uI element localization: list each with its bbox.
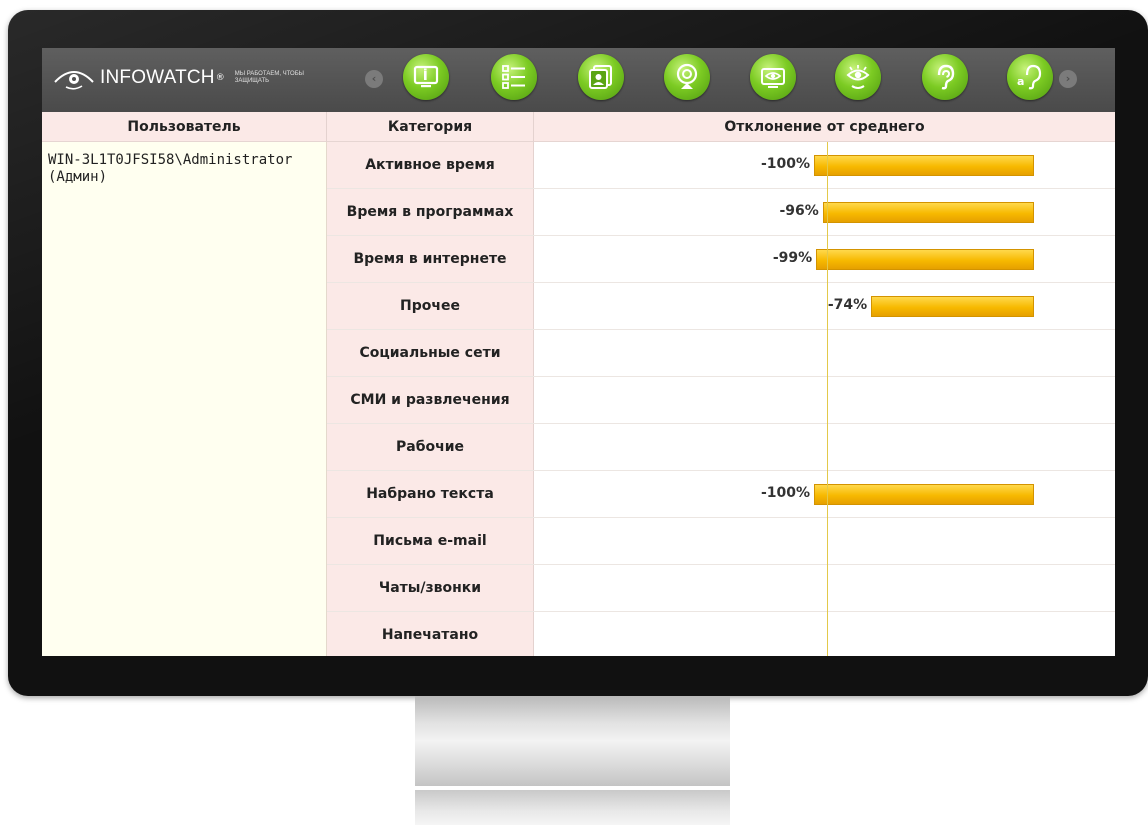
deviation-cell	[534, 565, 1115, 611]
deviation-cell: -99%	[534, 236, 1115, 282]
category-cell: СМИ и развлечения	[327, 377, 534, 423]
deviation-bar	[814, 155, 1034, 176]
table-row[interactable]: Чаты/звонки	[327, 565, 1115, 612]
deviation-value: -99%	[772, 250, 813, 266]
table-header: Пользователь Категория Отклонение от сре…	[42, 112, 1115, 142]
user-cell[interactable]: WIN-3L1T0JFSI58\Administrator (Админ)	[42, 142, 327, 656]
category-cell: Письма e-mail	[327, 518, 534, 564]
category-cell: Прочее	[327, 283, 534, 329]
column-header-user[interactable]: Пользователь	[42, 112, 327, 142]
report-table: Пользователь Категория Отклонение от сре…	[42, 112, 1115, 656]
screen-view-icon[interactable]	[750, 54, 796, 100]
category-cell: Время в программах	[327, 189, 534, 235]
monitor-stand-base	[415, 790, 730, 825]
chevron-left-icon[interactable]: ‹	[365, 70, 383, 88]
deviation-value: -96%	[779, 203, 819, 219]
deviation-cell	[534, 377, 1115, 423]
eye-logo-icon	[54, 71, 94, 90]
deviation-value: -74%	[827, 297, 868, 313]
deviation-cell: -96%	[534, 189, 1115, 235]
deviation-cell: -74%	[534, 283, 1115, 329]
table-row[interactable]: Рабочие	[327, 424, 1115, 471]
table-row[interactable]: Активное время -100%	[327, 142, 1115, 189]
column-header-category[interactable]: Категория	[327, 112, 534, 142]
deviation-cell	[534, 424, 1115, 470]
category-cell: Активное время	[327, 142, 534, 188]
ear-text-icon[interactable]: a	[1007, 54, 1053, 100]
table-row[interactable]: Прочее -74%	[327, 283, 1115, 330]
table-row[interactable]: Набрано текста -100%	[327, 471, 1115, 518]
table-row[interactable]: Социальные сети	[327, 330, 1115, 377]
category-cell: Набрано текста	[327, 471, 534, 517]
app-screen: INFOWATCH ® МЫ РАБОТАЕМ, ЧТОБЫ ЗАЩИЩАТЬ …	[42, 48, 1115, 656]
user-name: WIN-3L1T0JFSI58\Administrator (Админ)	[48, 152, 293, 185]
deviation-cell	[534, 330, 1115, 376]
deviation-cell: -100%	[534, 471, 1115, 517]
table-row[interactable]: Напечатано	[327, 612, 1115, 656]
category-cell: Рабочие	[327, 424, 534, 470]
toolbar: INFOWATCH ® МЫ РАБОТАЕМ, ЧТОБЫ ЗАЩИЩАТЬ …	[42, 48, 1115, 112]
table-row[interactable]: СМИ и развлечения	[327, 377, 1115, 424]
brand-name: INFOWATCH	[100, 67, 215, 88]
table-row[interactable]: Время в программах -96%	[327, 189, 1115, 236]
deviation-cell	[534, 612, 1115, 656]
column-header-deviation[interactable]: Отклонение от среднего	[534, 112, 1115, 142]
category-cell: Время в интернете	[327, 236, 534, 282]
checklist-icon[interactable]	[491, 54, 537, 100]
deviation-value: -100%	[760, 156, 810, 172]
brand-tagline: МЫ РАБОТАЕМ, ЧТОБЫ ЗАЩИЩАТЬ	[234, 71, 304, 84]
deviation-cell	[534, 518, 1115, 564]
deviation-bar	[871, 296, 1034, 317]
contacts-icon[interactable]	[578, 54, 624, 100]
ear-icon[interactable]	[922, 54, 968, 100]
category-cell: Социальные сети	[327, 330, 534, 376]
monitor-stand	[415, 696, 730, 786]
zero-axis-line	[827, 142, 828, 656]
monitor-info-icon[interactable]	[403, 54, 449, 100]
svg-text:a: a	[1017, 75, 1024, 88]
category-cell: Чаты/звонки	[327, 565, 534, 611]
registered-mark: ®	[215, 73, 225, 83]
table-row[interactable]: Время в интернете -99%	[327, 236, 1115, 283]
eye-monitor-icon[interactable]	[835, 54, 881, 100]
deviation-bar	[822, 202, 1034, 223]
deviation-bar	[816, 249, 1034, 270]
webcam-icon[interactable]	[664, 54, 710, 100]
chevron-right-icon[interactable]: ›	[1059, 70, 1077, 88]
deviation-bar	[814, 484, 1034, 505]
infowatch-logo: INFOWATCH ® МЫ РАБОТАЕМ, ЧТОБЫ ЗАЩИЩАТЬ	[52, 63, 305, 93]
deviation-cell: -100%	[534, 142, 1115, 188]
table-row[interactable]: Письма e-mail	[327, 518, 1115, 565]
deviation-value: -100%	[760, 485, 810, 501]
category-cell: Напечатано	[327, 612, 534, 656]
